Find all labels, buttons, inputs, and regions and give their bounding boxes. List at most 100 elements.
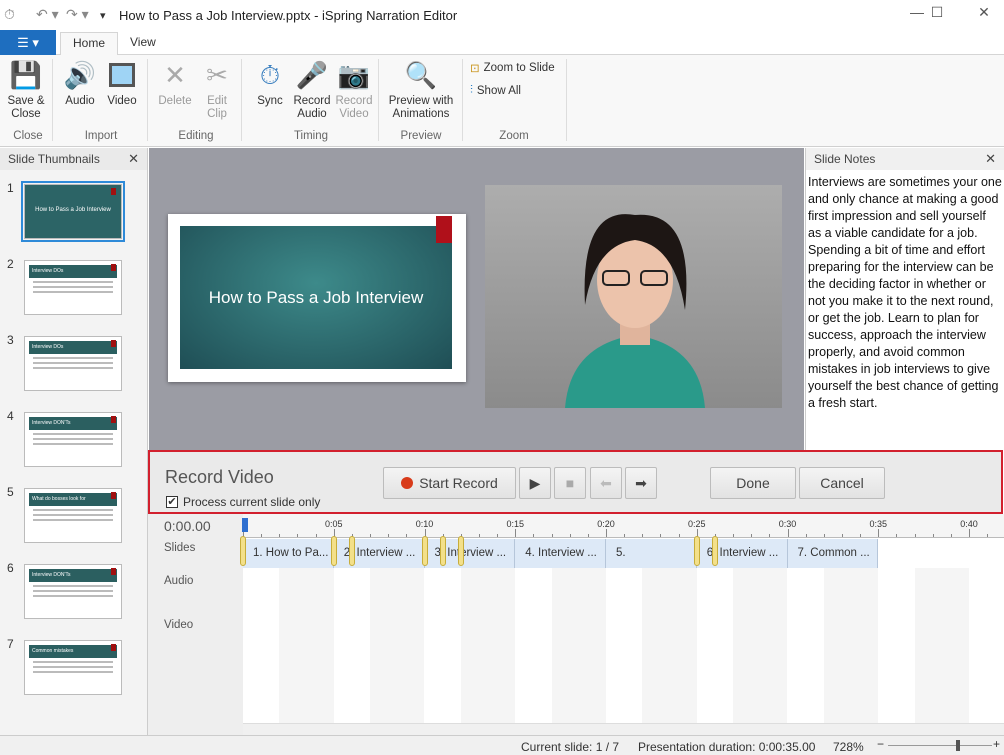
customize-toolbar-icon[interactable]: ▾ [100,9,106,22]
arrow-left-icon: ⬅ [600,474,612,491]
tab-home[interactable]: Home [60,32,119,56]
zoom-slider-thumb[interactable] [956,740,960,751]
cancel-button[interactable]: Cancel [799,467,885,499]
playhead[interactable] [242,518,248,532]
slide-thumbnail[interactable]: Interview DON'Ts [24,412,122,467]
ruler-tick [987,534,989,537]
slide-thumbnail[interactable]: Interview DON'Ts [24,564,122,619]
process-current-slide-checkbox[interactable]: ✔ Process current slide only [166,495,320,509]
ruler-tick [678,534,680,537]
animation-marker[interactable] [421,536,428,566]
ruler-tick [878,529,880,537]
zoom-out-button[interactable]: − [877,737,884,751]
video-button[interactable]: Video [103,59,141,108]
background-stripe [733,568,788,723]
done-button[interactable]: Done [710,467,796,499]
ruler-tick [569,534,571,537]
animation-marker[interactable] [693,536,700,566]
show-all-button[interactable]: ⫶ Show All [470,84,521,97]
zoom-in-button[interactable]: + [993,737,1000,751]
record-video-button[interactable]: 📷 Record Video [334,59,374,121]
save-icon: 💾 [9,59,43,90]
ruler-tick [660,534,662,537]
ruler-tick [642,534,644,537]
record-video-bar: Record Video ✔ Process current slide only… [148,450,1003,514]
slide-segment[interactable]: 5. [606,539,697,568]
presenter-video-frame [565,214,705,408]
time-ruler[interactable]: 0:05 0:10 0:15 0:20 0:25 0:30 0:35 0:40 [242,514,1004,538]
delete-button[interactable]: ✕ Delete [155,59,195,108]
timeline-track[interactable]: 0:05 0:10 0:15 0:20 0:25 0:30 0:35 0:40 1. How … [240,514,1004,735]
animation-marker[interactable] [711,536,718,566]
start-record-button[interactable]: Start Record [383,467,516,499]
slide-segment[interactable]: 4. Interview ... [515,539,606,568]
slide-notes-panel: Slide Notes ✕ Interviews are sometimes yo… [805,148,1004,450]
group-label-import: Import [84,130,118,142]
next-button[interactable]: ➡ [625,467,657,499]
slide-bookmark [111,188,116,195]
ruler-tick [950,534,952,537]
slide-segment[interactable]: 3. Interview ... [424,539,516,568]
speaker-icon: 🔊 [63,59,97,90]
animation-marker[interactable] [330,536,337,566]
notes-text[interactable]: Interviews are sometimes your one and on… [806,170,1004,412]
play-button[interactable]: ▶ [519,467,551,499]
slide-thumbnail[interactable]: Interview DOs [24,336,122,391]
ruler-tick [388,534,390,537]
magnifier-star-icon: 🔍 [404,59,438,90]
thumbnail-number: 2 [7,257,14,271]
slide-segment[interactable]: 7. Common ... [787,539,879,568]
tab-view[interactable]: View [118,32,168,55]
slide-bookmark [111,568,116,575]
slide-thumbnail[interactable]: What do bosses look for [24,488,122,543]
zoom-to-slide-button[interactable]: ⊡ Zoom to Slide [470,61,555,75]
slide-thumbnail[interactable]: How to Pass a Job Interview [21,181,125,242]
maximize-button[interactable]: ☐ [917,4,957,21]
video-preview[interactable] [485,185,782,408]
horizontal-scrollbar[interactable] [243,723,1004,735]
delete-icon: ✕ [164,59,186,90]
animation-marker[interactable] [348,536,355,566]
slide-bookmark [436,216,452,243]
animation-marker[interactable] [240,536,246,566]
checkbox-icon: ✔ [166,496,178,508]
stop-button[interactable]: ■ [554,467,586,499]
slide-thumbnail[interactable]: Common mistakes [24,640,122,695]
tick-label: 0:30 [778,519,797,529]
preview-button[interactable]: 🔍 Preview with Animations [385,59,457,121]
zoom-slider[interactable] [888,745,992,746]
redo-button[interactable]: ↷ ▾ [66,6,89,23]
previous-button[interactable]: ⬅ [590,467,622,499]
animation-marker[interactable] [457,536,464,566]
animation-marker[interactable] [439,536,446,566]
ruler-tick [805,534,807,537]
thumbnail-number: 5 [7,485,14,499]
file-menu-button[interactable]: ☰ ▾ [0,30,56,55]
play-icon: ▶ [529,474,541,491]
close-icon[interactable]: ✕ [128,148,139,170]
slide-thumbnail[interactable]: Interview DOs [24,260,122,315]
scissors-icon: ✂ [206,59,228,90]
background-stripe [370,568,425,723]
slide-segment[interactable]: 2. Interview ... [333,539,425,568]
stop-icon: ■ [565,475,575,491]
ruler-tick [533,534,535,537]
ruler-tick [279,534,281,537]
thumbnail-title: Interview DOs [29,265,117,278]
close-icon[interactable]: ✕ [985,148,996,170]
save-close-button[interactable]: 💾 Save & Close [6,59,46,121]
ruler-tick [478,534,480,537]
ruler-tick [733,534,735,537]
close-window-button[interactable]: ✕ [964,4,1004,21]
slide-segment[interactable]: 1. How to Pa... [243,539,334,568]
audio-button[interactable]: 🔊 Audio [60,59,100,108]
undo-button[interactable]: ↶ ▾ [36,6,59,23]
tick-label: 0:25 [687,519,706,529]
edit-clip-button[interactable]: ✂ Edit Clip [198,59,236,121]
ruler-tick [932,534,934,537]
row-label-video: Video [164,619,194,631]
slide-segment[interactable]: 6. Interview ... [696,539,788,568]
sync-button[interactable]: ⏱ Sync [250,59,290,108]
timeline-labels: 0:00.00 Slides Audio Video [148,514,243,735]
record-audio-button[interactable]: 🎤 Record Audio [291,59,333,121]
